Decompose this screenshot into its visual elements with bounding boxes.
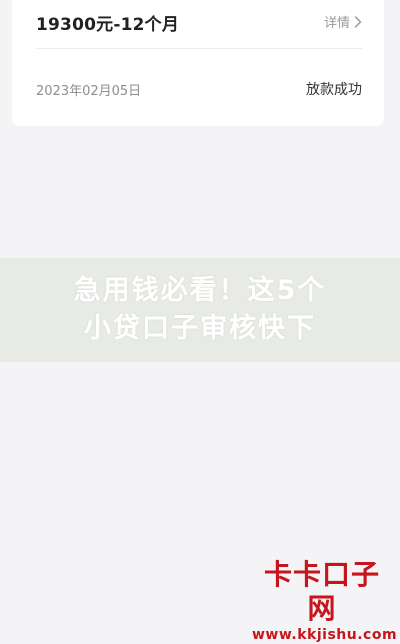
detail-link[interactable]: 详情 [324,12,362,31]
loan-date: 2023年02月05日 [36,84,142,99]
banner-title-line-1: 急用钱必看！这5个 [73,275,327,306]
loan-amount-term: 19300元-12个月 [36,15,180,35]
watermark-url: www.kkjishu.com [252,627,398,643]
overlay-banner: 急用钱必看！这5个 小贷口子审核快下 [0,258,400,362]
site-watermark: 卡卡口子网 www.kkjishu.com [252,558,398,644]
banner-title-line-2: 小贷口子审核快下 [84,313,316,344]
chevron-right-icon [354,15,362,28]
card-divider [36,48,362,49]
loan-status: 放款成功 [306,82,362,98]
detail-label: 详情 [323,16,350,31]
watermark-logo: 卡卡口子网 [263,558,380,625]
loan-record-card[interactable]: 19300元-12个月 详情 2023年02月05日 放款成功 [12,0,384,126]
